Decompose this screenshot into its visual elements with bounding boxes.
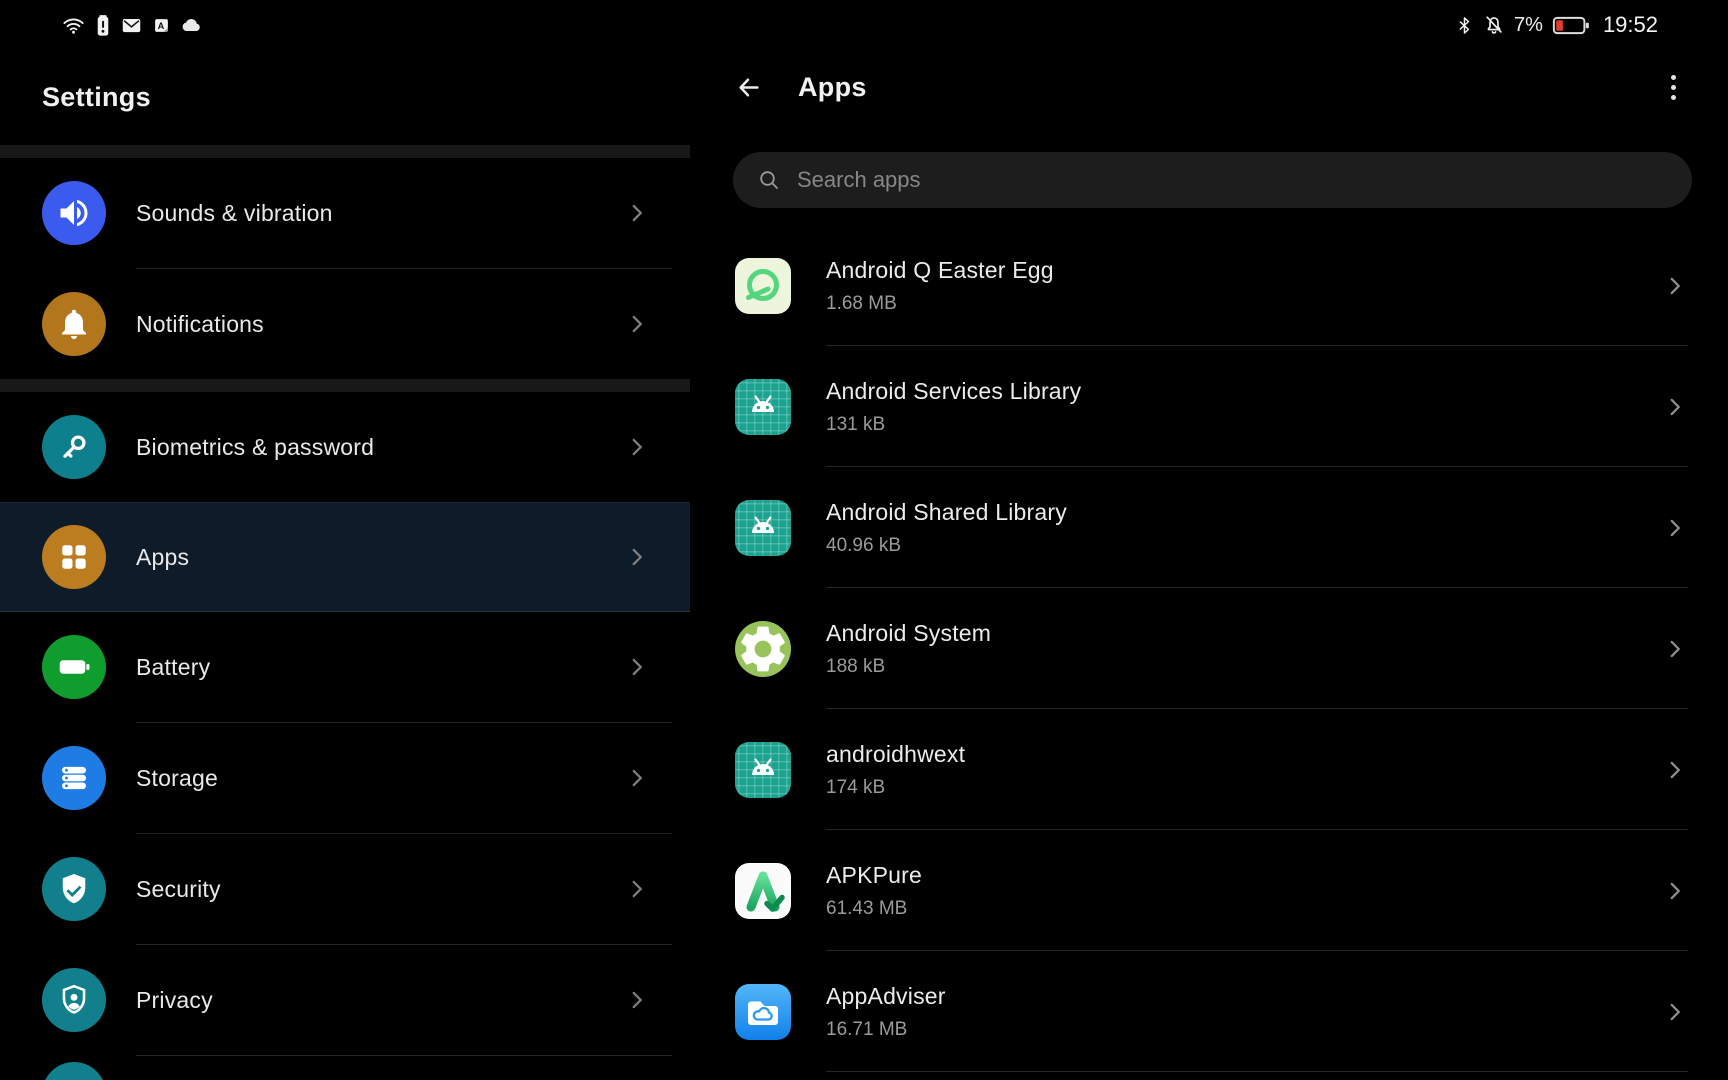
app-size: 188 kB bbox=[826, 655, 886, 677]
chevron-right-icon bbox=[1662, 515, 1688, 541]
search-input[interactable] bbox=[795, 166, 1672, 194]
app-name: Android Q Easter Egg bbox=[826, 256, 1054, 283]
android-grid-icon bbox=[735, 741, 791, 798]
sidebar-item-biometrics-password[interactable]: Biometrics & password bbox=[0, 392, 690, 502]
battery-low-icon bbox=[1552, 15, 1591, 36]
chevron-right-icon bbox=[1662, 636, 1688, 662]
android-q-icon bbox=[735, 257, 791, 314]
key-icon bbox=[42, 415, 106, 479]
app-name: APKPure bbox=[826, 861, 923, 888]
battery-icon bbox=[42, 635, 106, 699]
shield-person-icon bbox=[42, 968, 106, 1032]
chevron-right-icon bbox=[624, 311, 650, 337]
sidebar-item-security[interactable]: Security bbox=[0, 834, 690, 944]
bell-icon bbox=[42, 292, 106, 356]
sidebar-item-battery[interactable]: Battery bbox=[0, 612, 690, 722]
wifi-icon bbox=[62, 14, 85, 37]
sidebar-item-notifications[interactable]: Notifications bbox=[0, 269, 690, 379]
chevron-right-icon bbox=[1662, 757, 1688, 783]
app-size: 174 kB bbox=[826, 776, 886, 798]
app-name: androidhwext bbox=[826, 740, 966, 767]
status-icons-right: 7% 19:52 bbox=[1455, 12, 1658, 38]
app-name: Android Shared Library bbox=[826, 498, 1067, 525]
settings-header: Settings bbox=[0, 50, 690, 145]
app-row-androidhwext[interactable]: androidhwext 174 kB bbox=[690, 709, 1728, 830]
screen: A 7% 19:52 Settings Sounds & vibration N… bbox=[0, 0, 1728, 1080]
app-row-appadviser[interactable]: AppAdviser 16.71 MB bbox=[690, 951, 1728, 1072]
sidebar-item-storage[interactable]: Storage bbox=[0, 723, 690, 833]
status-time: 19:52 bbox=[1602, 12, 1658, 37]
chevron-right-icon bbox=[624, 987, 650, 1013]
apps-panel: Apps Android Q Easter Egg 1.68 MB Androi… bbox=[690, 50, 1728, 1080]
app-size: 131 kB bbox=[826, 413, 886, 435]
chevron-right-icon bbox=[624, 654, 650, 680]
svg-text:A: A bbox=[158, 20, 165, 30]
page-title: Apps bbox=[798, 72, 867, 102]
chevron-right-icon bbox=[624, 765, 650, 791]
app-row-android-services-library[interactable]: Android Services Library 131 kB bbox=[690, 346, 1728, 467]
cloud-icon bbox=[181, 14, 203, 36]
back-button[interactable] bbox=[733, 72, 764, 103]
group-separator bbox=[0, 379, 690, 392]
settings-menu: Sounds & vibration Notifications Biometr… bbox=[0, 158, 690, 1080]
app-size: 1.68 MB bbox=[826, 292, 897, 314]
apps-header: Apps bbox=[690, 50, 1728, 125]
app-list: Android Q Easter Egg 1.68 MB Android Ser… bbox=[690, 225, 1728, 1072]
app-name: AppAdviser bbox=[826, 982, 946, 1009]
chevron-right-icon bbox=[624, 434, 650, 460]
chevron-right-icon bbox=[624, 200, 650, 226]
sidebar-item-privacy[interactable]: Privacy bbox=[0, 945, 690, 1055]
partial-icon bbox=[42, 1062, 106, 1080]
settings-title: Settings bbox=[42, 82, 151, 112]
apkpure-icon bbox=[735, 862, 791, 919]
sidebar-item-apps[interactable]: Apps bbox=[0, 502, 690, 612]
search-bar[interactable] bbox=[733, 152, 1692, 208]
grid-icon bbox=[42, 525, 106, 589]
bluetooth-icon bbox=[1455, 15, 1474, 36]
app-name: Android Services Library bbox=[826, 377, 1082, 404]
app-size: 61.43 MB bbox=[826, 897, 908, 919]
more-options-button[interactable] bbox=[1667, 71, 1680, 104]
appadviser-icon bbox=[735, 983, 791, 1040]
app-name: Android System bbox=[826, 619, 992, 646]
sidebar-item-partial[interactable] bbox=[0, 1056, 690, 1080]
chevron-right-icon bbox=[1662, 273, 1688, 299]
divider bbox=[826, 1071, 1688, 1072]
app-row-android-shared-library[interactable]: Android Shared Library 40.96 kB bbox=[690, 467, 1728, 588]
chevron-right-icon bbox=[624, 876, 650, 902]
status-bar: A 7% 19:52 bbox=[0, 0, 1728, 50]
settings-panel: Settings Sounds & vibration Notification… bbox=[0, 50, 690, 1080]
chevron-right-icon bbox=[1662, 394, 1688, 420]
app-size: 40.96 kB bbox=[826, 534, 901, 556]
chevron-right-icon bbox=[1662, 878, 1688, 904]
shield-check-icon bbox=[42, 857, 106, 921]
speaker-icon bbox=[42, 181, 106, 245]
android-grid-icon bbox=[735, 378, 791, 435]
apk-file-icon: A bbox=[153, 17, 170, 34]
search-icon bbox=[757, 168, 781, 192]
mail-icon bbox=[121, 15, 142, 36]
android-grid-icon bbox=[735, 499, 791, 556]
battery-alert-icon bbox=[96, 14, 110, 37]
app-row-android-q-easter-egg[interactable]: Android Q Easter Egg 1.68 MB bbox=[690, 225, 1728, 346]
app-row-android-system[interactable]: Android System 188 kB bbox=[690, 588, 1728, 709]
sidebar-item-sounds-vibration[interactable]: Sounds & vibration bbox=[0, 158, 690, 268]
status-right-icon-group bbox=[1455, 14, 1505, 36]
storage-icon bbox=[42, 746, 106, 810]
app-size: 16.71 MB bbox=[826, 1018, 908, 1040]
group-separator bbox=[0, 145, 690, 158]
status-icons-left: A bbox=[62, 14, 203, 37]
notifications-off-icon bbox=[1483, 14, 1505, 36]
android-system-icon bbox=[735, 620, 791, 677]
chevron-right-icon bbox=[624, 544, 650, 570]
chevron-right-icon bbox=[1662, 999, 1688, 1025]
battery-percent-text: 7% bbox=[1514, 13, 1543, 36]
app-row-apkpure[interactable]: APKPure 61.43 MB bbox=[690, 830, 1728, 951]
